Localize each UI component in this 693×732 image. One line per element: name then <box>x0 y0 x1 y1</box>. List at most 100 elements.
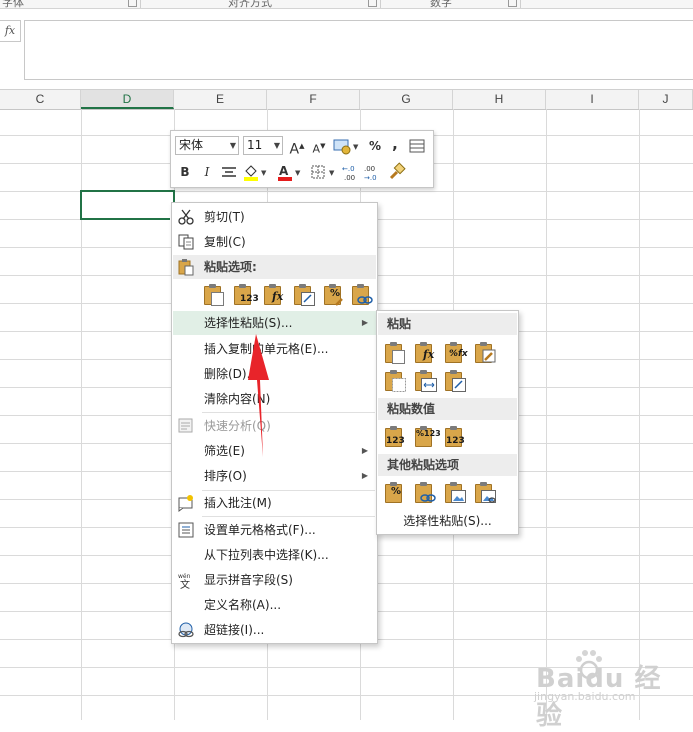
accounting-format-icon[interactable]: ▼ <box>331 136 361 156</box>
decrease-decimal-icon[interactable]: .00 →.0 <box>363 162 383 182</box>
fill-color-button[interactable]: ▼ <box>241 162 269 182</box>
submenu-formulas-number-format-icon[interactable]: %fx <box>443 341 468 365</box>
insert-function-button[interactable]: fx <box>0 20 21 42</box>
menu-item-sort[interactable]: 排序(O) ▶ <box>173 464 376 488</box>
format-painter-icon <box>389 162 406 180</box>
align-center-icon[interactable] <box>219 162 239 182</box>
svg-text:▼: ▼ <box>329 169 335 177</box>
menu-item-insert-copied-cells[interactable]: 插入复制的单元格(E)... <box>173 337 376 361</box>
selected-cell[interactable] <box>80 190 175 220</box>
font-color-button[interactable]: A ▼ <box>275 162 303 182</box>
menu-item-define-name[interactable]: 定义名称(A)... <box>173 593 376 617</box>
decrease-decimal-icon: .00→.0 <box>364 165 377 182</box>
submenu-keep-source-format-icon[interactable] <box>473 341 497 365</box>
column-header-c[interactable]: C <box>0 90 81 109</box>
font-size-box[interactable]: 11 ▼ <box>243 136 283 155</box>
borders-button[interactable]: ▼ <box>309 162 337 182</box>
submenu-values-source-format-icon[interactable]: 123 <box>443 425 467 449</box>
format-cells-icon <box>178 522 194 538</box>
svg-text:.00: .00 <box>364 165 375 173</box>
chevron-down-icon[interactable]: ▼ <box>274 137 280 154</box>
menu-item-label: 快速分析(Q) <box>204 419 271 433</box>
column-header-h[interactable]: H <box>453 90 546 109</box>
menu-item-delete[interactable]: 删除(D)... <box>173 362 376 386</box>
menu-item-show-pinyin[interactable]: wén 文 显示拼音字段(S) <box>173 568 376 592</box>
menu-item-insert-comment[interactable]: 插入批注(M) <box>173 491 376 515</box>
format-painter-icon[interactable] <box>387 162 407 182</box>
column-header-e[interactable]: E <box>174 90 267 109</box>
ribbon-group-alignment: 对齐方式 <box>228 0 272 9</box>
no-borders-icon <box>392 378 406 392</box>
svg-text:▼: ▼ <box>353 143 359 151</box>
column-header-g[interactable]: G <box>360 90 453 109</box>
menu-item-format-cells[interactable]: 设置单元格格式(F)... <box>173 518 376 542</box>
svg-text:.00: .00 <box>344 174 355 182</box>
paste-option-values-icon[interactable]: 123 <box>232 283 259 307</box>
paste-tag: fx <box>272 290 284 303</box>
paste-tag: fx <box>423 348 435 361</box>
transpose-icon <box>452 378 466 392</box>
menu-item-filter[interactable]: 筛选(E) ▶ <box>173 439 376 463</box>
menu-item-clear-contents[interactable]: 清除内容(N) <box>173 387 376 411</box>
increase-font-icon[interactable]: A▲ <box>287 136 307 158</box>
paste-option-formatting-icon[interactable]: % <box>322 283 346 307</box>
paste-tag: 123 <box>446 436 465 446</box>
paste-tag: % <box>391 486 402 497</box>
submenu-values-number-format-icon[interactable]: %123 <box>413 425 441 449</box>
bold-button[interactable]: B <box>175 162 195 182</box>
paste-tag: 123 <box>240 294 259 304</box>
formula-input[interactable] <box>24 20 693 80</box>
chevron-down-icon[interactable]: ▼ <box>230 137 236 154</box>
submenu-paste-special-link[interactable]: 选择性粘贴(S)... <box>378 509 517 533</box>
percent-style-button[interactable]: % <box>365 136 385 156</box>
submenu-transpose-icon[interactable] <box>443 369 467 393</box>
transpose-icon <box>301 292 315 306</box>
submenu-section-paste: 粘贴 <box>378 313 517 335</box>
menu-item-label: 定义名称(A)... <box>204 598 282 612</box>
paste-option-formulas-icon[interactable]: fx <box>262 283 286 307</box>
svg-text:文: 文 <box>180 578 190 589</box>
link-icon <box>357 296 373 304</box>
chevron-right-icon: ▶ <box>361 318 368 327</box>
comma-style-button[interactable]: , <box>385 134 405 154</box>
paste-option-transpose-icon[interactable] <box>292 283 316 307</box>
font-dialog-launcher[interactable] <box>128 0 137 7</box>
menu-item-label: 插入复制的单元格(E)... <box>204 342 329 356</box>
number-dialog-launcher[interactable] <box>508 0 517 7</box>
format-painter-table-icon[interactable] <box>407 136 427 156</box>
menu-item-pick-from-list[interactable]: 从下拉列表中选择(K)... <box>173 543 376 567</box>
menu-item-cut[interactable]: 剪切(T) <box>173 205 376 229</box>
increase-decimal-icon[interactable]: ←.0.00 <box>341 162 361 182</box>
column-header-i[interactable]: I <box>546 90 639 109</box>
column-header-d[interactable]: D <box>81 90 174 109</box>
quick-analysis-icon <box>178 418 193 433</box>
paste-option-paste-icon[interactable] <box>202 283 226 307</box>
column-width-icon <box>421 378 437 392</box>
italic-button[interactable]: I <box>197 162 217 182</box>
submenu-picture-icon[interactable] <box>443 481 467 505</box>
paste-options-header: 粘贴选项: <box>173 255 376 279</box>
submenu-paste-icon[interactable] <box>383 341 407 365</box>
submenu-paste-link-icon[interactable] <box>413 481 437 505</box>
borders-icon: ▼ <box>311 165 335 179</box>
column-header-f[interactable]: F <box>267 90 360 109</box>
submenu-no-borders-icon[interactable] <box>383 369 407 393</box>
menu-item-paste-special[interactable]: 选择性粘贴(S)... ▶ <box>173 311 376 335</box>
submenu-formatting-icon[interactable]: % <box>383 481 407 505</box>
paste-option-link-icon[interactable] <box>350 283 374 307</box>
decrease-font-icon[interactable]: A▼ <box>309 136 329 156</box>
column-header-j[interactable]: J <box>639 90 693 109</box>
menu-item-label: 清除内容(N) <box>204 392 271 406</box>
table-format-icon <box>409 139 425 153</box>
menu-item-label: 从下拉列表中选择(K)... <box>204 548 329 562</box>
brush-icon <box>482 349 496 363</box>
submenu-formulas-icon[interactable]: fx <box>413 341 437 365</box>
font-name-box[interactable]: 宋体 ▼ <box>175 136 239 155</box>
menu-item-copy[interactable]: 复制(C) <box>173 230 376 254</box>
submenu-values-icon[interactable]: 123 <box>383 425 407 449</box>
menu-item-hyperlink[interactable]: 超链接(I)... <box>173 618 376 642</box>
submenu-linked-picture-icon[interactable] <box>473 481 497 505</box>
menu-separator <box>202 412 375 413</box>
submenu-keep-column-widths-icon[interactable] <box>413 369 437 393</box>
alignment-dialog-launcher[interactable] <box>368 0 377 7</box>
